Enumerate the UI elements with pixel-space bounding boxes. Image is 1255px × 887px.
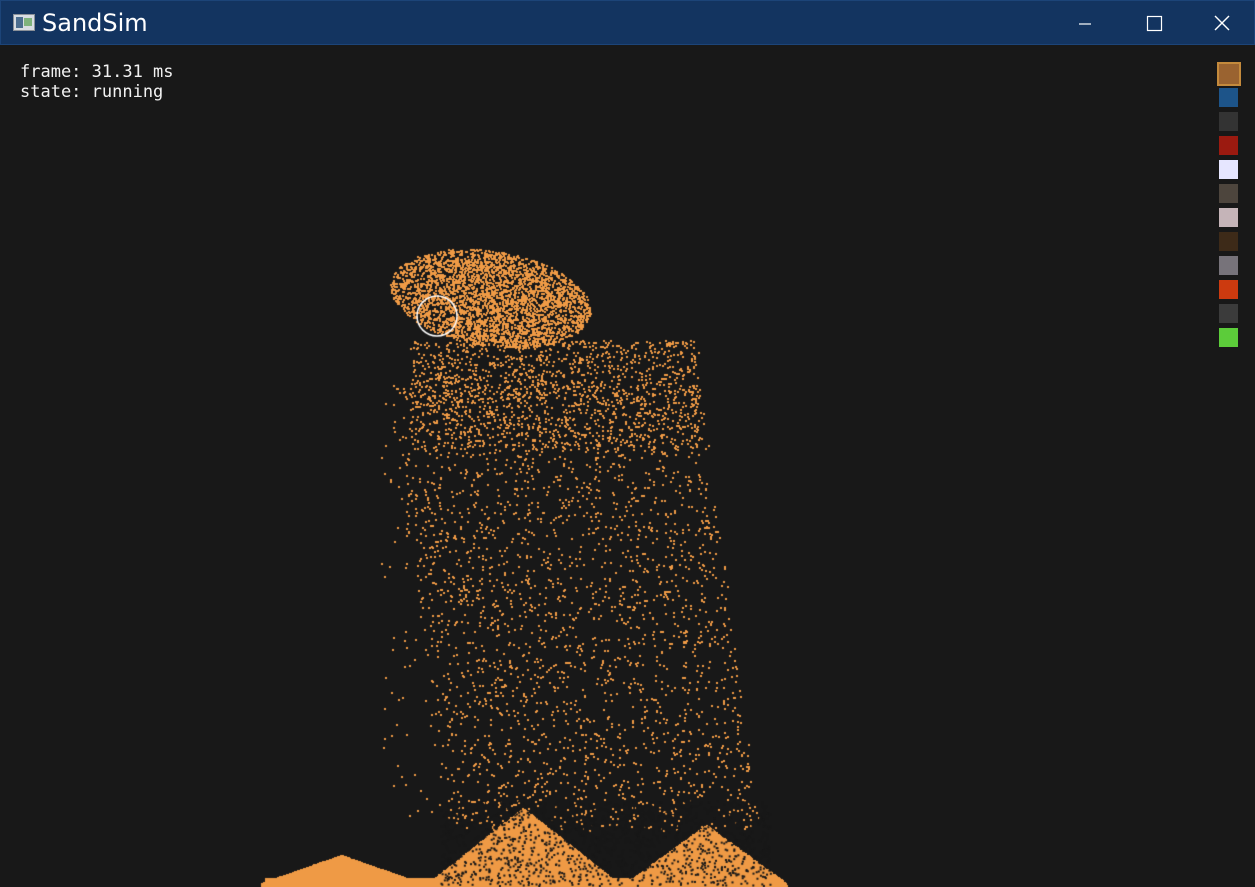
simulation-canvas[interactable] <box>0 45 1255 887</box>
material-swatch-0[interactable] <box>1217 62 1241 86</box>
material-swatch-7[interactable] <box>1219 232 1238 251</box>
close-button[interactable] <box>1188 1 1255 45</box>
maximize-icon <box>1146 15 1163 32</box>
material-swatch-1[interactable] <box>1219 88 1238 107</box>
frame-time-readout: frame: 31.31 ms <box>20 62 174 82</box>
app-icon <box>13 14 35 31</box>
material-swatch-10[interactable] <box>1219 304 1238 323</box>
material-swatch-3[interactable] <box>1219 136 1238 155</box>
maximize-button[interactable] <box>1119 1 1189 45</box>
hud-overlay: frame: 31.31 ms state: running <box>20 62 174 102</box>
close-icon <box>1214 15 1230 31</box>
material-swatch-2[interactable] <box>1219 112 1238 131</box>
material-swatch-9[interactable] <box>1219 280 1238 299</box>
material-swatch-8[interactable] <box>1219 256 1238 275</box>
minimize-icon <box>1079 23 1091 25</box>
minimize-button[interactable] <box>1050 1 1120 45</box>
material-swatch-11[interactable] <box>1219 328 1238 347</box>
material-swatch-5[interactable] <box>1219 184 1238 203</box>
material-swatch-4[interactable] <box>1219 160 1238 179</box>
title-bar[interactable]: SandSim <box>0 0 1255 45</box>
state-readout: state: running <box>20 82 164 102</box>
material-swatch-6[interactable] <box>1219 208 1238 227</box>
window-title: SandSim <box>42 9 148 37</box>
